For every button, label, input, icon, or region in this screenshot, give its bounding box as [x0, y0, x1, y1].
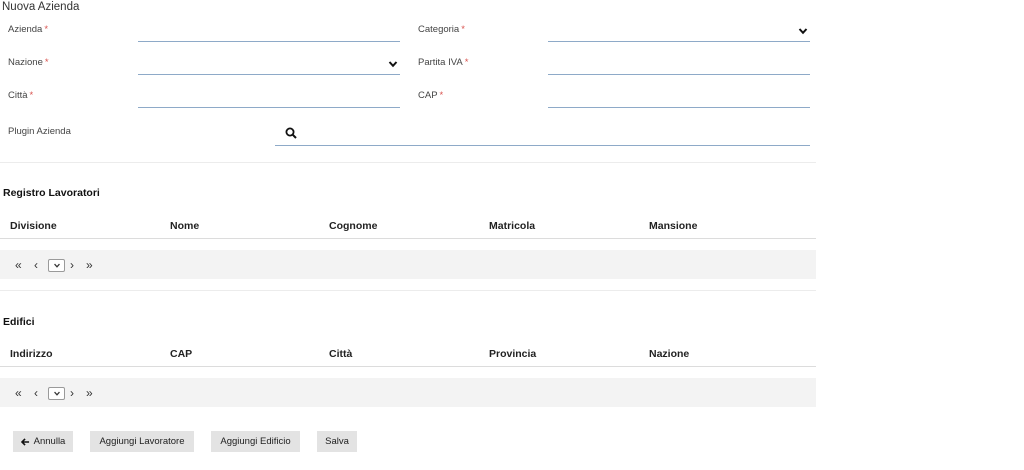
- categoria-select[interactable]: [548, 22, 810, 42]
- first-page-button[interactable]: «: [15, 258, 22, 272]
- chevron-down-icon: [798, 28, 808, 35]
- citta-input[interactable]: [138, 88, 400, 108]
- cap-input[interactable]: [548, 88, 810, 108]
- last-page-button[interactable]: »: [86, 386, 93, 400]
- required-mark: *: [44, 57, 49, 68]
- required-mark: *: [44, 24, 49, 35]
- page-size-select[interactable]: [48, 259, 65, 272]
- edifici-pager: « ‹ › »: [0, 378, 816, 407]
- azienda-label: Azienda *: [8, 24, 49, 35]
- page-size-select[interactable]: [48, 387, 65, 400]
- column-header-cap[interactable]: CAP: [170, 348, 192, 360]
- plugin-azienda-search[interactable]: [275, 123, 810, 146]
- required-mark: *: [461, 24, 465, 35]
- column-header-cognome[interactable]: Cognome: [329, 220, 377, 232]
- citta-label: Città *: [8, 90, 34, 101]
- arrow-left-icon: [20, 437, 29, 446]
- aggiungi-lavoratore-button[interactable]: Aggiungi Lavoratore: [90, 431, 194, 452]
- last-page-button[interactable]: »: [86, 258, 93, 272]
- next-page-button[interactable]: ›: [70, 386, 74, 400]
- partita-iva-label: Partita IVA *: [418, 57, 469, 68]
- required-mark: *: [464, 57, 469, 68]
- required-mark: *: [439, 90, 444, 101]
- cap-label: CAP *: [418, 90, 444, 101]
- column-header-nazione[interactable]: Nazione: [649, 348, 689, 360]
- prev-page-button[interactable]: ‹: [34, 258, 38, 272]
- registro-pager: « ‹ › »: [0, 250, 816, 279]
- column-header-nome[interactable]: Nome: [170, 220, 199, 232]
- required-mark: *: [29, 90, 34, 101]
- search-icon[interactable]: [285, 127, 297, 139]
- column-header-provincia[interactable]: Provincia: [489, 348, 536, 360]
- categoria-label: Categoria *: [418, 24, 465, 35]
- salva-button[interactable]: Salva: [317, 431, 357, 452]
- table-header-divider: [0, 366, 816, 367]
- section-divider: [0, 290, 816, 291]
- column-header-matricola[interactable]: Matricola: [489, 220, 535, 232]
- aggiungi-edificio-button[interactable]: Aggiungi Edificio: [211, 431, 300, 452]
- first-page-button[interactable]: «: [15, 386, 22, 400]
- prev-page-button[interactable]: ‹: [34, 386, 38, 400]
- azienda-input[interactable]: [138, 22, 400, 42]
- chevron-down-icon: [388, 61, 398, 68]
- page-title: Nuova Azienda: [2, 1, 80, 13]
- annulla-button[interactable]: Annulla: [13, 431, 73, 452]
- plugin-azienda-label: Plugin Azienda: [8, 126, 71, 137]
- table-header-divider: [0, 238, 816, 239]
- nazione-label: Nazione *: [8, 57, 49, 68]
- section-divider: [0, 162, 816, 163]
- next-page-button[interactable]: ›: [70, 258, 74, 272]
- partita-iva-input[interactable]: [548, 55, 810, 75]
- chevron-down-icon: [54, 391, 60, 396]
- chevron-down-icon: [54, 263, 60, 268]
- registro-lavoratori-title: Registro Lavoratori: [3, 187, 100, 199]
- column-header-citta[interactable]: Città: [329, 348, 352, 360]
- column-header-divisione[interactable]: Divisione: [10, 220, 57, 232]
- annulla-label: Annulla: [33, 436, 66, 447]
- edifici-title: Edifici: [3, 316, 35, 328]
- column-header-mansione[interactable]: Mansione: [649, 220, 697, 232]
- nazione-select[interactable]: [138, 55, 400, 75]
- column-header-indirizzo[interactable]: Indirizzo: [10, 348, 53, 360]
